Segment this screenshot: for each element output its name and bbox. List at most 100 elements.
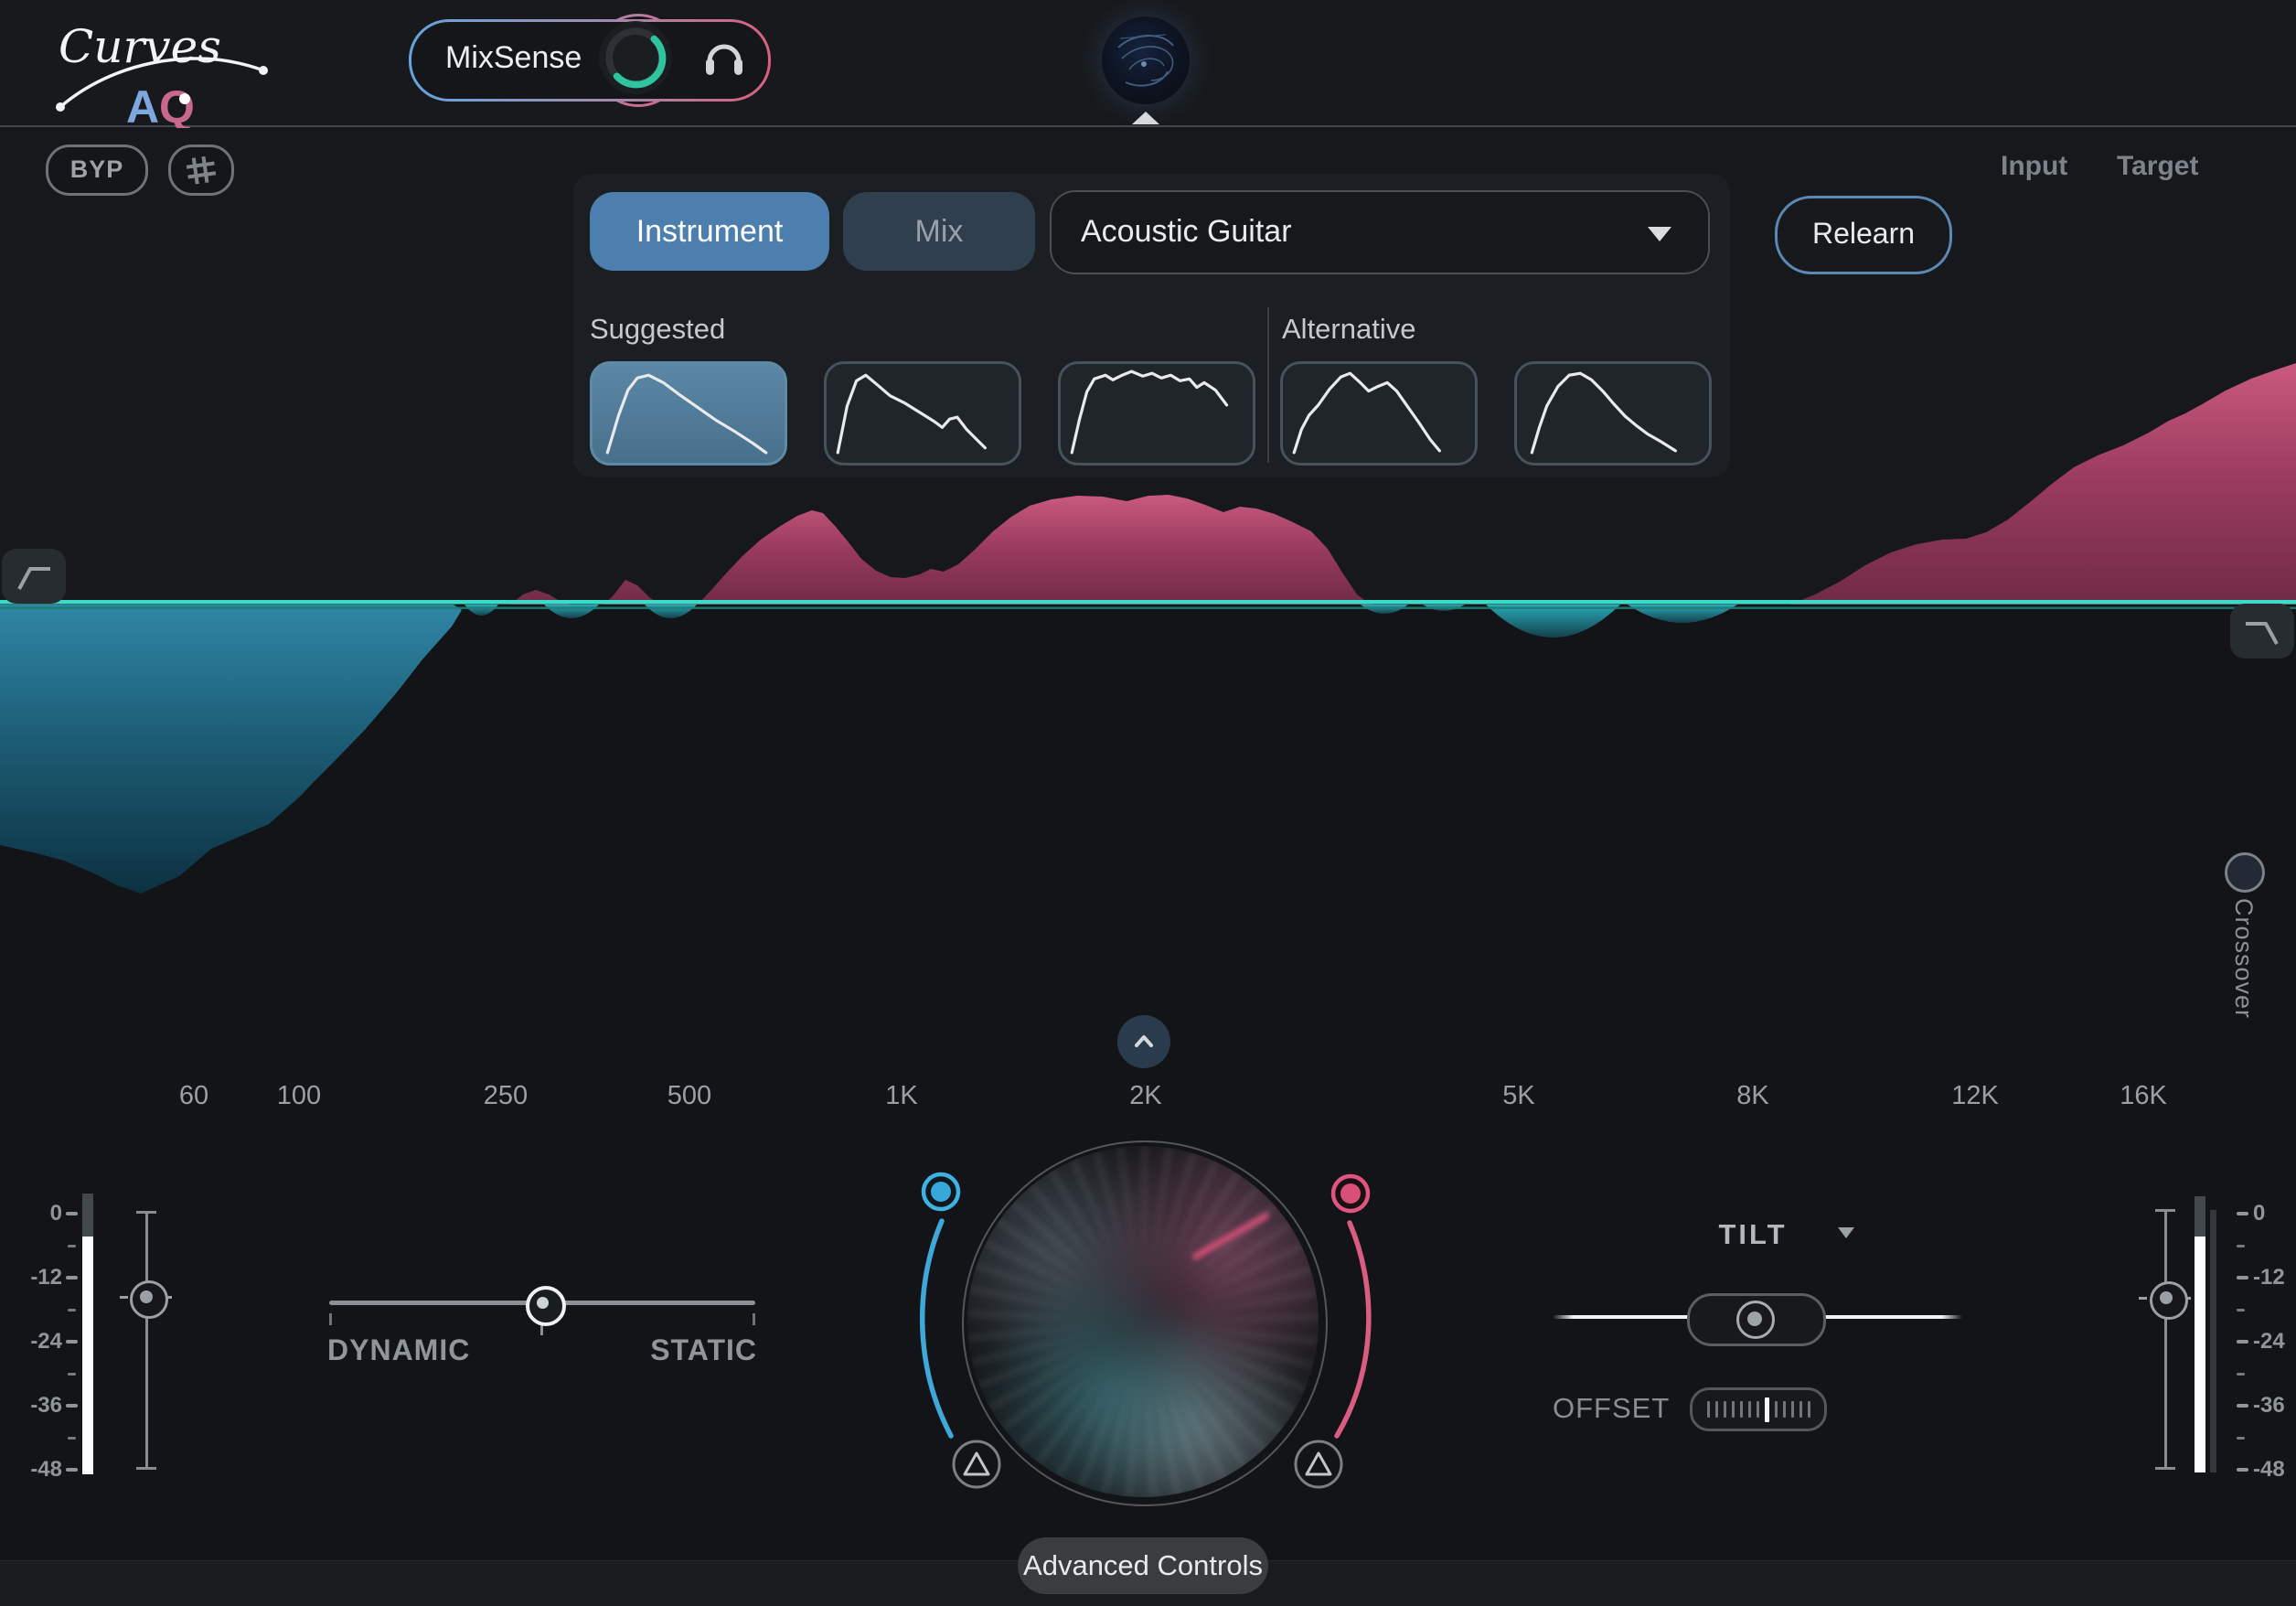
headphones-icon[interactable]: [700, 34, 748, 81]
right-minor-tick: [2237, 1437, 2245, 1440]
lowpass-filter-button[interactable]: [2230, 604, 2294, 658]
offset-tick: [1791, 1401, 1794, 1418]
right-minor-tick: [2237, 1309, 2245, 1312]
spectrum-dip: [544, 605, 599, 618]
spectrum-dip: [1423, 605, 1465, 611]
spectrum-dip: [645, 605, 697, 618]
grid-toggle-button[interactable]: [168, 145, 234, 196]
chevron-up-icon: [1126, 1023, 1162, 1060]
right-triangle-button[interactable]: [1296, 1441, 1341, 1487]
left-tick: [66, 1468, 78, 1472]
left-tick: [66, 1212, 78, 1215]
tab-mix[interactable]: Mix: [843, 192, 1035, 271]
left-tick: [66, 1404, 78, 1408]
offset-tick: [1775, 1401, 1778, 1418]
left-tick: [66, 1340, 78, 1344]
left-slider-cap-top: [136, 1211, 156, 1214]
left-gain-slider-knob[interactable]: [130, 1280, 168, 1319]
target-spectrum-mid: [510, 495, 1373, 605]
curve-thumbnail-alternative-3[interactable]: [1280, 361, 1478, 466]
tilt-mode-label[interactable]: TILT: [1682, 1218, 1823, 1251]
left-scale-0: 0: [7, 1201, 62, 1226]
offset-tick: [1799, 1401, 1802, 1418]
advanced-controls-button[interactable]: Advanced Controls: [1018, 1537, 1268, 1594]
right-meter-secondary-bar: [2210, 1210, 2216, 1472]
right-tick: [2237, 1340, 2248, 1344]
blue-handle[interactable]: [924, 1174, 958, 1209]
spectrum-dip: [1486, 605, 1620, 637]
left-triangle-button[interactable]: [954, 1441, 999, 1487]
left-minor-tick: [68, 1245, 76, 1247]
expand-chevron-button[interactable]: [1117, 1015, 1170, 1068]
right-slider-dash-l: [2139, 1297, 2147, 1300]
offset-label: OFFSET: [1553, 1392, 1670, 1425]
caret-down-icon: [1648, 227, 1671, 241]
blue-handle-arc: [923, 1221, 951, 1436]
offset-active-tick: [1765, 1397, 1769, 1422]
panel-divider: [1267, 307, 1269, 463]
preset-dropdown[interactable]: Acoustic Guitar: [1050, 190, 1710, 274]
left-scale--24: -24: [7, 1329, 62, 1354]
left-meter-headroom: [82, 1194, 93, 1237]
header-collapse-chevron-up-icon[interactable]: [1132, 112, 1159, 124]
target-toggle[interactable]: Target: [2117, 151, 2198, 182]
dynamic-label: DYNAMIC: [327, 1333, 470, 1367]
freq-label-16K: 16K: [2120, 1081, 2167, 1111]
highpass-filter-button[interactable]: [2, 549, 66, 604]
tilt-caret-down-icon[interactable]: [1838, 1227, 1854, 1238]
triangle-icon: [965, 1453, 988, 1474]
right-slider-cap-top: [2155, 1209, 2175, 1212]
input-toggle[interactable]: Input: [2001, 151, 2067, 182]
left-scale--36: -36: [7, 1393, 62, 1419]
target-spectrum-right: [1790, 363, 2296, 605]
right-scale-0: 0: [2253, 1201, 2296, 1226]
right-tick: [2237, 1212, 2248, 1215]
crossover-toggle[interactable]: [2225, 852, 2265, 893]
right-scale--12: -12: [2253, 1265, 2296, 1290]
left-slider-dash-l: [120, 1296, 128, 1299]
right-meter-headroom: [2195, 1196, 2205, 1237]
morph-tick-left: [329, 1313, 332, 1325]
analysis-orb[interactable]: [1102, 16, 1190, 104]
tab-instrument[interactable]: Instrument: [590, 192, 829, 271]
right-minor-tick: [2237, 1245, 2245, 1247]
offset-tick: [1732, 1401, 1735, 1418]
crossover-label: Crossover: [2229, 898, 2258, 1019]
right-gain-slider-knob[interactable]: [2150, 1281, 2188, 1320]
freq-label-500: 500: [667, 1081, 711, 1111]
pink-handle-arc: [1337, 1223, 1369, 1436]
morph-center-tick: [540, 1325, 543, 1335]
bypass-button[interactable]: BYP: [46, 145, 148, 196]
morph-slider-knob[interactable]: [526, 1286, 566, 1326]
right-meter-bar: [2195, 1237, 2205, 1472]
tilt-slider-knob[interactable]: [1736, 1301, 1775, 1339]
curve-thumbnail-alternative-4[interactable]: [1514, 361, 1712, 466]
freq-label-60: 60: [179, 1081, 208, 1111]
logo-q-dot: [179, 93, 190, 104]
curve-thumbnail-suggested-2[interactable]: [1058, 361, 1255, 466]
freq-label-2K: 2K: [1129, 1081, 1161, 1111]
relearn-button[interactable]: Relearn: [1775, 196, 1952, 274]
logo-dot-right: [259, 66, 268, 75]
left-gain-slider-track[interactable]: [145, 1212, 148, 1470]
curve-thumbnail-suggested-0[interactable]: [590, 361, 787, 466]
pink-handle[interactable]: [1333, 1176, 1368, 1211]
curve-thumbnail-suggested-1[interactable]: [824, 361, 1021, 466]
offset-control[interactable]: [1690, 1387, 1827, 1431]
right-tick: [2237, 1276, 2248, 1279]
freq-label-12K: 12K: [1951, 1081, 1999, 1111]
curves-aq-plugin-window: Curves A Q MixSense: [0, 0, 2296, 1606]
right-gain-slider-track[interactable]: [2164, 1210, 2167, 1470]
input-spectrum-area: [0, 605, 462, 894]
left-meter-bar: [82, 1237, 93, 1474]
orb-wisps-icon: [1102, 16, 1190, 104]
header-bar: Curves A Q MixSense: [0, 0, 2296, 127]
grid-icon: [183, 154, 219, 187]
right-minor-tick: [2237, 1373, 2245, 1376]
freq-label-100: 100: [277, 1081, 321, 1111]
left-minor-tick: [68, 1373, 76, 1376]
right-scale--36: -36: [2253, 1393, 2296, 1419]
static-label: STATIC: [574, 1333, 757, 1367]
suggested-label: Suggested: [590, 313, 725, 346]
mixsense-knob-arc: [592, 14, 679, 102]
